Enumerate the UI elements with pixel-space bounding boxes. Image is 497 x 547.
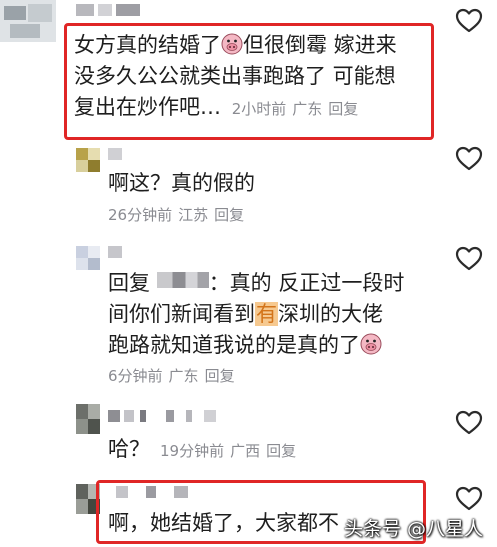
avatar[interactable]	[76, 148, 100, 172]
comment-text: 啊这？真的假的	[108, 168, 255, 199]
like-heart-icon[interactable]	[455, 8, 483, 34]
like-heart-icon[interactable]	[455, 246, 483, 272]
username-blurred[interactable]	[76, 4, 146, 18]
comment-line: 女方真的结婚了	[74, 33, 221, 57]
like-heart-icon[interactable]	[455, 486, 483, 512]
timestamp: 6分钟前	[108, 367, 163, 385]
username-blurred[interactable]	[108, 246, 128, 260]
avatar[interactable]	[0, 0, 56, 42]
comment-text: 啊，她结婚了，大家都不	[108, 508, 339, 539]
comment-line: 间你们新闻看到	[108, 302, 255, 326]
comment-line: 啊，她结婚了，大家都不	[108, 511, 339, 535]
comment-meta: 6分钟前 广东 回复	[108, 365, 241, 386]
reply-button[interactable]: 回复	[328, 100, 358, 118]
like-heart-icon[interactable]	[455, 410, 483, 436]
timestamp: 2小时前	[231, 100, 287, 118]
location: 广东	[168, 367, 199, 385]
avatar[interactable]	[76, 246, 100, 270]
comment-meta: 26分钟前 江苏 回复	[108, 204, 250, 225]
comment-line: 但很倒霉 嫁进来	[243, 33, 397, 57]
location: 江苏	[178, 206, 209, 224]
comment-text: 哈？ 19分钟前 广西 回复	[108, 434, 302, 467]
comment-line: 没多久公公就类出事跑路了 可能想	[74, 64, 396, 88]
avatar[interactable]	[76, 404, 100, 434]
comment-line: 哈？	[108, 437, 150, 461]
mention-blurred[interactable]	[156, 272, 209, 288]
location: 广东	[292, 100, 323, 118]
timestamp: 19分钟前	[160, 442, 225, 460]
comment-line: 跑路就知道我说的是真的了	[108, 333, 360, 357]
username-blurred[interactable]	[108, 148, 128, 162]
location: 广西	[230, 442, 261, 460]
comment-text: 女方真的结婚了 但很倒霉 嫁进来 没多久公公就类出事跑路了 可能想 复出在炒作吧……	[74, 30, 397, 125]
username-blurred[interactable]	[108, 410, 218, 424]
watermark: 头条号 @八星人	[343, 518, 483, 540]
pig-face-emoji-icon	[360, 333, 382, 355]
comment-line: 深圳的大佬	[278, 302, 383, 326]
timestamp: 26分钟前	[108, 206, 173, 224]
comment-line: 啊这？真的假的	[108, 171, 255, 195]
comment-meta: 2小时前 广东 回复	[232, 100, 365, 118]
comment-meta: 19分钟前 广西 回复	[160, 436, 302, 467]
comment-line: ：真的 反正过一段时	[208, 271, 405, 295]
comment-line: 复出在炒作吧…	[74, 95, 221, 119]
like-heart-icon[interactable]	[455, 146, 483, 172]
reply-button[interactable]: 回复	[205, 367, 235, 385]
reply-button[interactable]: 回复	[266, 442, 296, 460]
highlighted-word: 有	[255, 302, 278, 326]
reply-button[interactable]: 回复	[214, 206, 244, 224]
reply-prefix: 回复	[108, 271, 150, 295]
comment-text: 回复 ：真的 反正过一段时 间你们新闻看到有深圳的大佬 跑路就知道我说的是真的了	[108, 268, 404, 361]
pig-face-emoji-icon	[221, 33, 243, 55]
